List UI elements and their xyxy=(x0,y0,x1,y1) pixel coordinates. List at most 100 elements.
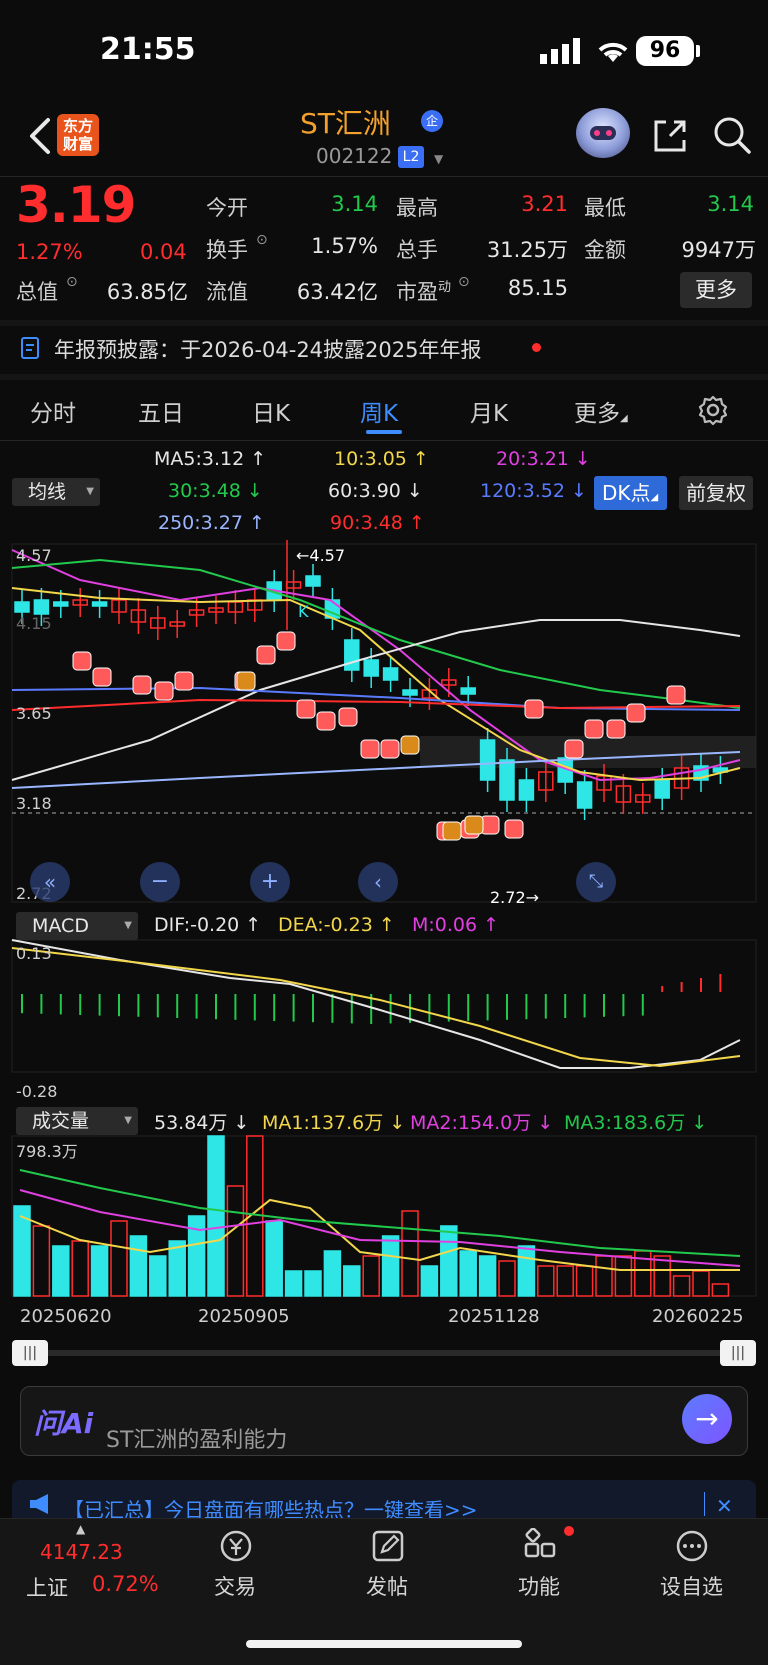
vol-ma2: MA2:154.0万 ↓ xyxy=(410,1112,554,1134)
volume-bar xyxy=(420,1265,439,1297)
dea-line xyxy=(11,947,741,1068)
battery-tip xyxy=(696,45,700,57)
volume-bar xyxy=(90,1245,109,1297)
volume-bar xyxy=(614,1255,633,1297)
enterprise-badge: 企 xyxy=(421,110,443,132)
tab-monthly-k[interactable]: 月K xyxy=(470,394,508,428)
zoom-out-icon[interactable]: − xyxy=(140,862,180,902)
info-icon[interactable]: ⊙ xyxy=(458,274,470,290)
volume-dropdown[interactable]: 成交量 ▼ xyxy=(16,1107,138,1135)
nav-functions[interactable]: 功能 xyxy=(518,1571,560,1601)
date-label: 20250620 xyxy=(20,1306,112,1327)
index-name[interactable]: 上证 xyxy=(26,1572,68,1602)
ai-input[interactable]: ST汇洲的盈利能力 xyxy=(106,1422,287,1454)
earnings-notice[interactable]: 年报预披露：于2026-04-24披露2025年年报 xyxy=(54,334,481,364)
vol-ma3: MA3:183.6万 ↓ xyxy=(564,1112,708,1134)
low-value: 3.14 xyxy=(707,192,754,216)
volume-bar xyxy=(478,1255,497,1297)
date-label: 20251128 xyxy=(448,1306,540,1327)
forward-adjust-button[interactable]: 前复权 xyxy=(679,476,753,510)
functions-icon[interactable] xyxy=(522,1528,558,1564)
scroll-left-icon[interactable]: ‹ xyxy=(358,862,398,902)
tab-five-day[interactable]: 五日 xyxy=(138,394,184,428)
back-icon[interactable] xyxy=(22,112,62,160)
tab-intraday[interactable]: 分时 xyxy=(30,394,76,428)
more-dots-icon[interactable] xyxy=(674,1528,710,1564)
stock-code[interactable]: 002122 xyxy=(316,144,392,168)
tab-daily-k[interactable]: 日K xyxy=(252,394,290,428)
kline-y-mid: 3.65 xyxy=(16,704,52,723)
buy-signal-marker xyxy=(276,631,296,651)
date-label: 20260225 xyxy=(652,1306,744,1327)
kline-frame xyxy=(11,543,757,903)
change-percent: 1.27% xyxy=(16,240,83,264)
fullscreen-icon[interactable]: ⤡ xyxy=(576,862,616,902)
float-cap-value: 63.42亿 xyxy=(296,280,378,304)
send-arrow-icon[interactable]: → xyxy=(682,1394,732,1444)
buy-signal-marker xyxy=(92,667,112,687)
buy-signal-marker xyxy=(132,675,152,695)
post-icon[interactable] xyxy=(370,1528,406,1564)
volume-label: 总手 xyxy=(396,238,438,262)
megaphone-icon xyxy=(30,1494,48,1514)
range-slider-track[interactable] xyxy=(12,1350,756,1356)
dk-point-button[interactable]: DK点◢ xyxy=(594,476,667,510)
buy-signal-marker xyxy=(256,645,276,665)
nav-post[interactable]: 发帖 xyxy=(366,1571,408,1601)
open-value: 3.14 xyxy=(331,192,378,216)
volume-bar xyxy=(653,1255,671,1297)
volume-bar xyxy=(440,1225,458,1297)
pe-value: 85.15 xyxy=(507,276,568,300)
tab-more[interactable]: 更多◢ xyxy=(574,394,628,428)
candle-body xyxy=(382,667,399,681)
level2-badge[interactable]: L2 xyxy=(398,146,424,168)
nav-trade[interactable]: 交易 xyxy=(214,1571,256,1601)
ma90-value: 90:3.48 ↑ xyxy=(330,512,425,534)
share-icon[interactable] xyxy=(650,116,690,156)
volume-y-top: 798.3万 xyxy=(16,1142,78,1161)
volume-bar xyxy=(284,1270,303,1297)
scroll-left-fast-icon[interactable]: « xyxy=(30,862,70,902)
close-icon[interactable]: ✕ xyxy=(716,1494,733,1518)
index-percent[interactable]: 0.72% xyxy=(92,1572,159,1596)
ma10-value: 10:3.05 ↑ xyxy=(334,448,429,470)
slider-handle-right[interactable]: ||| xyxy=(720,1340,756,1366)
info-icon[interactable]: ⊙ xyxy=(66,274,78,290)
info-icon[interactable]: ⊙ xyxy=(256,232,268,248)
candle-body xyxy=(53,601,69,607)
index-expand-icon[interactable]: ▲ xyxy=(76,1522,85,1536)
candle-body xyxy=(479,739,496,781)
ma250-value: 250:3.27 ↑ xyxy=(158,512,265,534)
stock-name[interactable]: ST汇洲 xyxy=(300,102,391,142)
chevron-down-icon[interactable]: ▼ xyxy=(434,152,443,166)
buy-signal-marker xyxy=(524,699,544,719)
zoom-in-icon[interactable]: + xyxy=(250,862,290,902)
low-label: 最低 xyxy=(584,196,626,220)
more-button[interactable]: 更多 xyxy=(680,272,752,308)
candle-body xyxy=(576,781,593,809)
index-value[interactable]: 4147.23 xyxy=(40,1540,123,1564)
candle-body xyxy=(402,689,418,696)
tab-weekly-k[interactable]: 周K xyxy=(360,394,398,428)
volume-bar xyxy=(129,1235,148,1297)
trade-icon[interactable] xyxy=(218,1528,254,1564)
kline-chart[interactable] xyxy=(0,540,768,1340)
buy-signal-marker xyxy=(316,711,336,731)
high-label: 最高 xyxy=(396,196,438,220)
indicator-dropdown[interactable]: 均线 ▼ xyxy=(12,478,100,506)
dea-value: DEA:-0.23 ↑ xyxy=(278,914,395,936)
vol-ma1: MA1:137.6万 ↓ xyxy=(262,1112,406,1134)
nav-watchlist[interactable]: 设自选 xyxy=(660,1571,723,1601)
macd-dropdown[interactable]: MACD ▼ xyxy=(16,912,138,940)
buy-signal-marker xyxy=(480,815,500,835)
gear-icon[interactable] xyxy=(697,394,729,426)
slider-handle-left[interactable]: ||| xyxy=(12,1340,48,1366)
search-icon[interactable] xyxy=(711,114,753,156)
buy-signal-marker xyxy=(504,819,524,839)
ai-robot-avatar[interactable] xyxy=(576,108,630,158)
volume-bar xyxy=(556,1265,574,1297)
buy-signal-marker xyxy=(154,681,174,701)
candle-body xyxy=(305,575,321,587)
volume-bar xyxy=(595,1255,613,1297)
kline-y-high: 4.15 xyxy=(16,614,52,633)
